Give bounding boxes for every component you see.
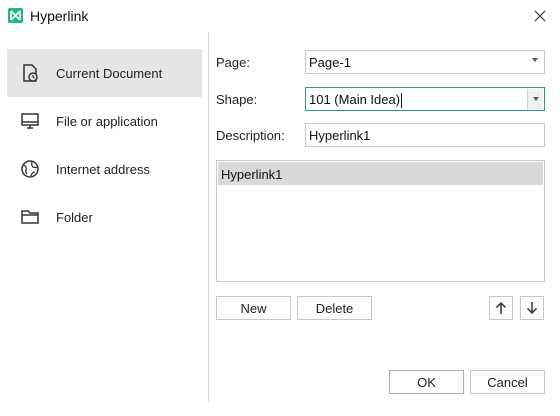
- shape-combobox[interactable]: 101 (Main Idea): [305, 87, 545, 111]
- delete-button[interactable]: Delete: [297, 296, 372, 320]
- new-button[interactable]: New: [216, 296, 291, 320]
- sidebar-item-internet-address[interactable]: Internet address: [7, 145, 202, 193]
- description-label: Description:: [216, 128, 285, 143]
- document-clock-icon: [19, 62, 41, 84]
- chevron-down-icon: [532, 58, 538, 62]
- page-select[interactable]: Page-1: [305, 50, 545, 74]
- globe-icon: [19, 158, 41, 180]
- hyperlink-list[interactable]: Hyperlink1: [216, 160, 545, 282]
- sidebar-item-folder[interactable]: Folder: [7, 193, 202, 241]
- arrow-up-icon: [495, 301, 507, 314]
- sidebar-item-file-or-application[interactable]: File or application: [7, 97, 202, 145]
- close-icon: [534, 10, 546, 22]
- shape-label: Shape:: [216, 92, 258, 107]
- shape-combobox-value: 101 (Main Idea): [309, 92, 403, 109]
- title-bar: Hyperlink: [0, 0, 560, 32]
- page-select-value: Page-1: [309, 55, 351, 70]
- folder-icon: [19, 206, 41, 228]
- arrow-down-icon: [526, 302, 538, 315]
- monitor-icon: [19, 110, 41, 132]
- sidebar-item-label: File or application: [56, 113, 158, 129]
- chevron-down-icon: [533, 97, 539, 101]
- sidebar-item-current-document[interactable]: Current Document: [7, 49, 202, 97]
- close-button[interactable]: [528, 4, 552, 28]
- ok-button[interactable]: OK: [389, 370, 464, 394]
- link-type-sidebar: Current Document File or application Int…: [0, 32, 209, 402]
- app-logo-icon: [8, 8, 23, 23]
- sidebar-item-label: Internet address: [56, 161, 150, 177]
- description-input[interactable]: [305, 123, 545, 147]
- move-up-button[interactable]: [489, 296, 513, 320]
- shape-dropdown-button[interactable]: [527, 89, 543, 109]
- sidebar-item-label: Current Document: [56, 65, 163, 81]
- sidebar-item-label: Folder: [56, 209, 93, 225]
- page-label: Page:: [216, 55, 250, 70]
- cancel-button[interactable]: Cancel: [470, 370, 545, 394]
- window-title: Hyperlink: [30, 8, 89, 24]
- move-down-button[interactable]: [520, 296, 544, 320]
- list-item[interactable]: Hyperlink1: [218, 162, 543, 185]
